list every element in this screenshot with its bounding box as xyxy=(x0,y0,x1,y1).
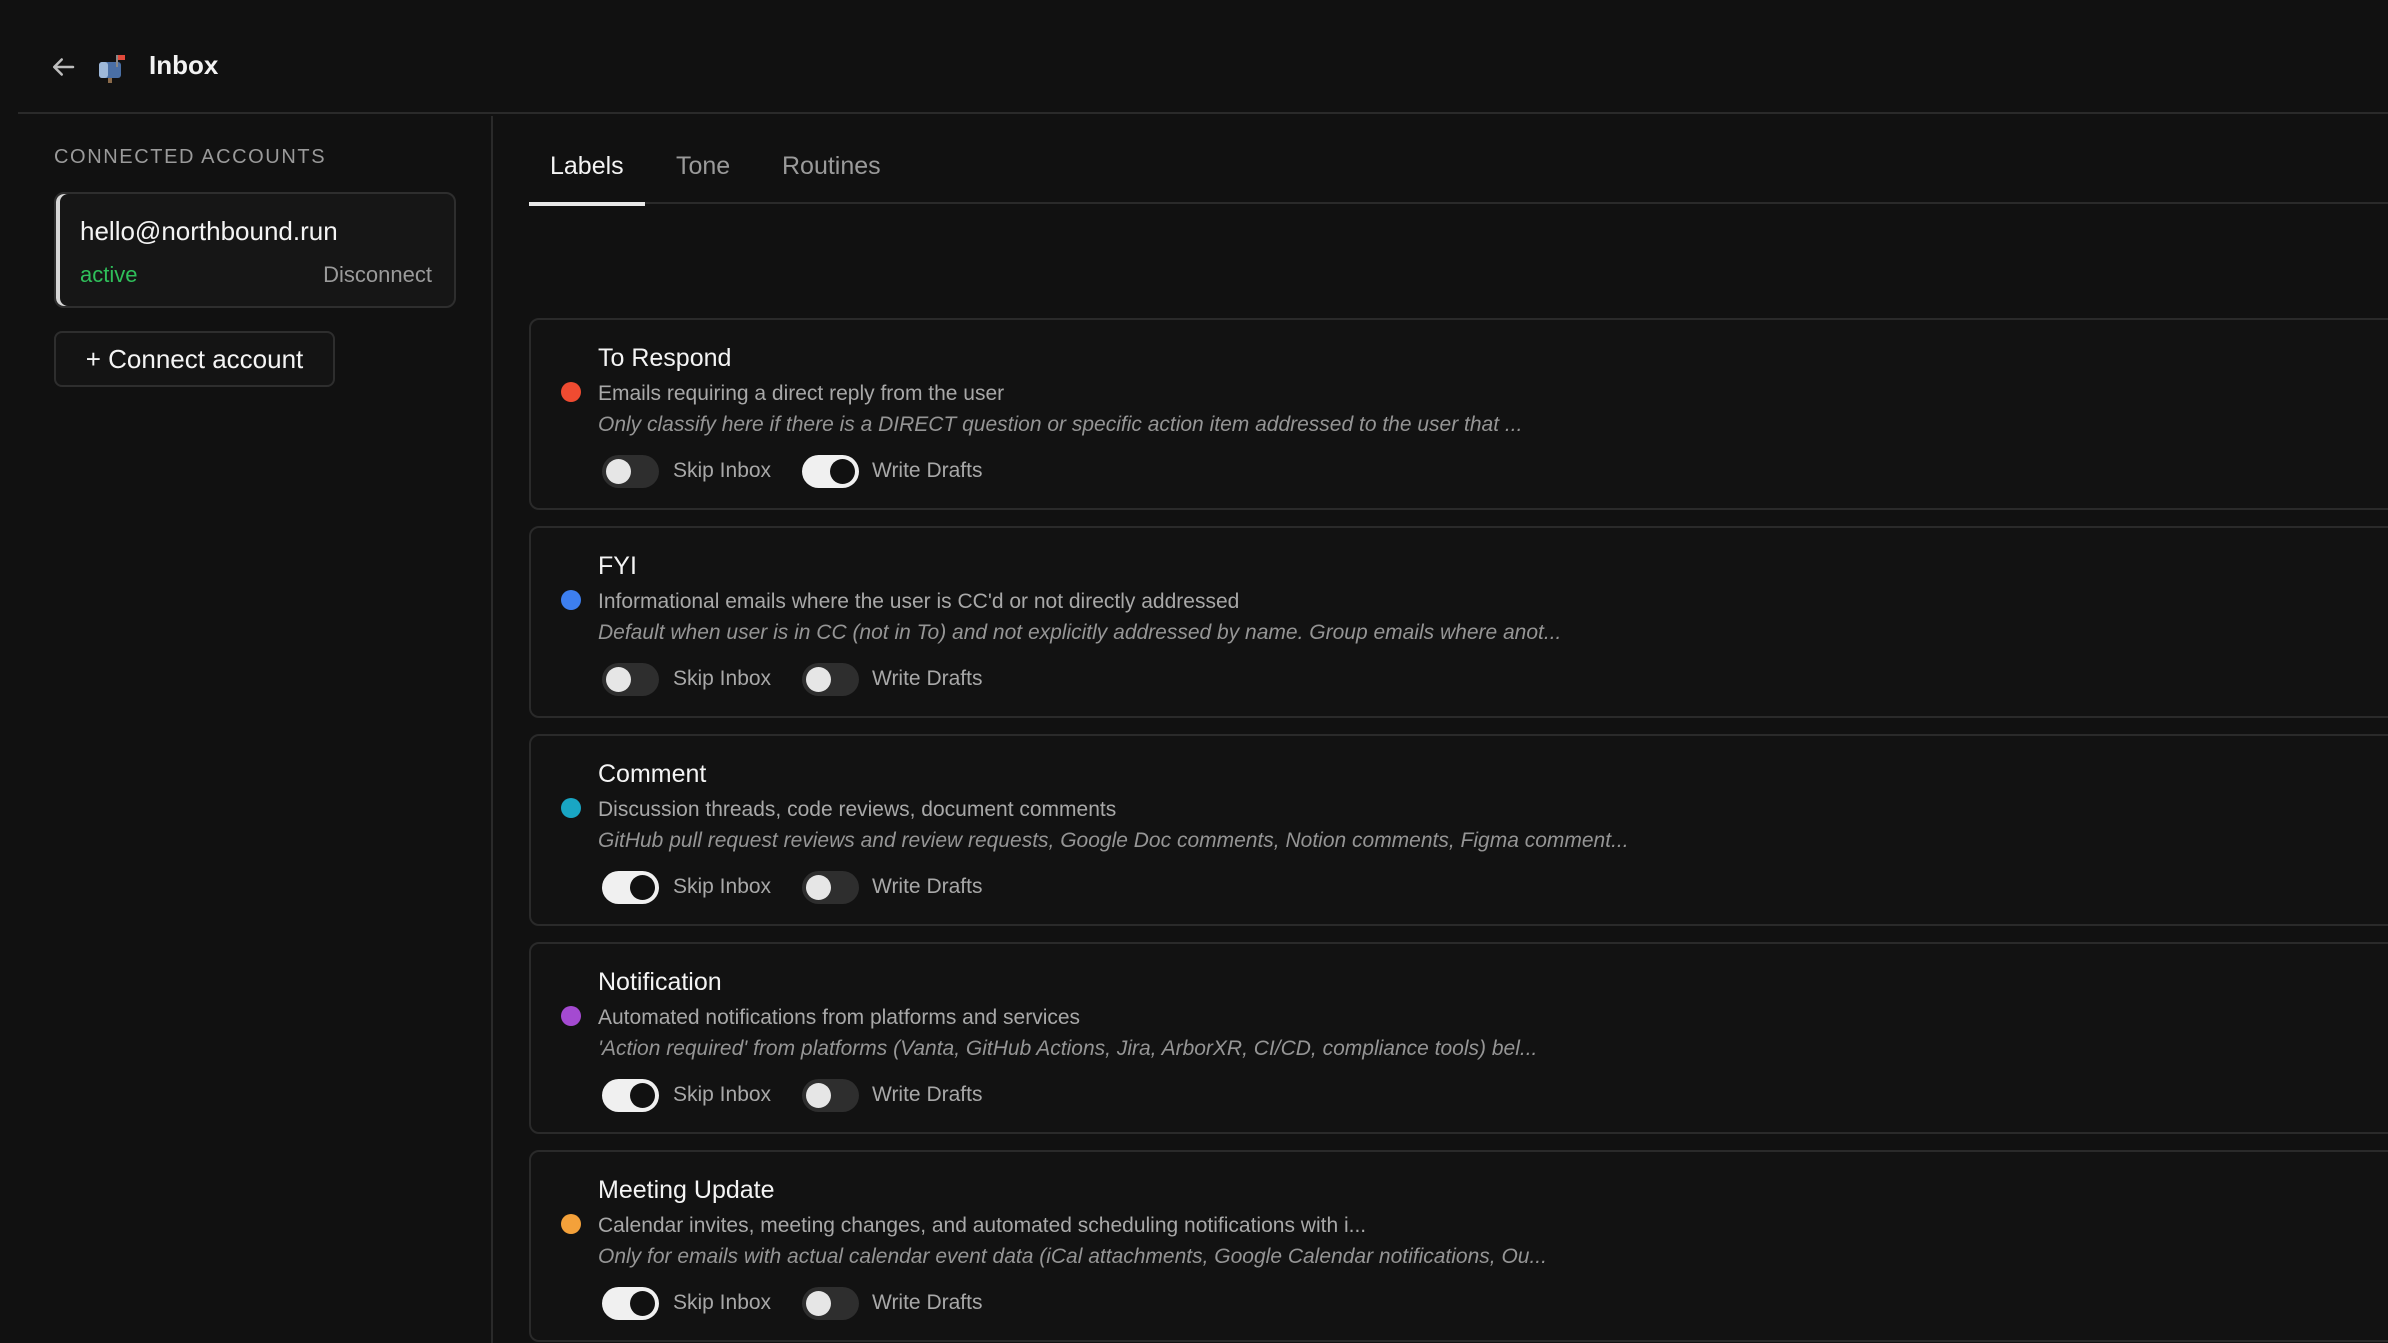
write-drafts-toggle[interactable] xyxy=(802,663,859,696)
skip-inbox-toggle[interactable] xyxy=(602,1287,659,1320)
write-drafts-toggle[interactable] xyxy=(802,455,859,488)
write-drafts-label: Write Drafts xyxy=(872,459,983,482)
tab-tone[interactable]: Tone xyxy=(676,152,730,204)
toggle-knob xyxy=(806,875,831,900)
toggle-knob xyxy=(806,1291,831,1316)
arrow-left-icon[interactable] xyxy=(48,52,78,82)
toggle-knob xyxy=(630,1291,655,1316)
skip-inbox-label: Skip Inbox xyxy=(673,667,772,690)
account-email: hello@northbound.run xyxy=(80,216,338,246)
main-panel: Labels Tone Routines To Respond Emails r… xyxy=(529,116,2388,1343)
label-card[interactable]: Notification Automated notifications fro… xyxy=(529,942,2388,1134)
label-title: Meeting Update xyxy=(598,1176,775,1204)
skip-inbox-toggle[interactable] xyxy=(602,455,659,488)
label-color-dot xyxy=(561,1006,581,1026)
account-card[interactable]: hello@northbound.run active Disconnect xyxy=(54,192,456,308)
disconnect-button[interactable]: Disconnect xyxy=(323,262,432,288)
skip-inbox-label: Skip Inbox xyxy=(673,1083,772,1106)
label-description: Emails requiring a direct reply from the… xyxy=(598,382,1005,405)
mailbox-icon xyxy=(99,55,125,83)
write-drafts-label: Write Drafts xyxy=(872,1083,983,1106)
label-description: Calendar invites, meeting changes, and a… xyxy=(598,1214,1367,1237)
toggle-knob xyxy=(806,1083,831,1108)
page-title: Inbox xyxy=(149,50,219,80)
skip-inbox-label: Skip Inbox xyxy=(673,459,772,482)
label-instructions: Only classify here if there is a DIRECT … xyxy=(598,413,1523,436)
write-drafts-label: Write Drafts xyxy=(872,667,983,690)
label-instructions: Only for emails with actual calendar eve… xyxy=(598,1245,1547,1268)
write-drafts-toggle[interactable] xyxy=(802,1287,859,1320)
skip-inbox-toggle[interactable] xyxy=(602,871,659,904)
write-drafts-label: Write Drafts xyxy=(872,875,983,898)
label-title: Comment xyxy=(598,760,707,788)
toggle-knob xyxy=(806,667,831,692)
label-card[interactable]: FYI Informational emails where the user … xyxy=(529,526,2388,718)
sidebar: CONNECTED ACCOUNTS hello@northbound.run … xyxy=(0,116,493,1343)
write-drafts-label: Write Drafts xyxy=(872,1291,983,1314)
label-description: Automated notifications from platforms a… xyxy=(598,1006,1081,1029)
toggle-knob xyxy=(606,459,631,484)
label-instructions: GitHub pull request reviews and review r… xyxy=(598,829,1629,852)
label-color-dot xyxy=(561,590,581,610)
skip-inbox-label: Skip Inbox xyxy=(673,875,772,898)
tab-routines[interactable]: Routines xyxy=(782,152,881,204)
app-header: Inbox xyxy=(18,0,2388,114)
skip-inbox-toggle[interactable] xyxy=(602,663,659,696)
label-instructions: 'Action required' from platforms (Vanta,… xyxy=(598,1037,1538,1060)
toggle-knob xyxy=(830,459,855,484)
account-status-badge: active xyxy=(80,262,138,287)
label-card[interactable]: Comment Discussion threads, code reviews… xyxy=(529,734,2388,926)
tab-labels[interactable]: Labels xyxy=(529,152,645,206)
toggle-knob xyxy=(630,875,655,900)
label-instructions: Default when user is in CC (not in To) a… xyxy=(598,621,1562,644)
label-description: Informational emails where the user is C… xyxy=(598,590,1240,613)
skip-inbox-toggle[interactable] xyxy=(602,1079,659,1112)
skip-inbox-label: Skip Inbox xyxy=(673,1291,772,1314)
write-drafts-toggle[interactable] xyxy=(802,1079,859,1112)
label-card[interactable]: Meeting Update Calendar invites, meeting… xyxy=(529,1150,2388,1342)
write-drafts-toggle[interactable] xyxy=(802,871,859,904)
label-color-dot xyxy=(561,1214,581,1234)
label-card[interactable]: To Respond Emails requiring a direct rep… xyxy=(529,318,2388,510)
label-color-dot xyxy=(561,382,581,402)
label-title: To Respond xyxy=(598,344,732,372)
label-title: Notification xyxy=(598,968,722,996)
label-description: Discussion threads, code reviews, docume… xyxy=(598,798,1117,821)
label-title: FYI xyxy=(598,552,637,580)
toggle-knob xyxy=(606,667,631,692)
connect-account-button[interactable]: + Connect account xyxy=(54,331,335,387)
tab-bar: Labels Tone Routines xyxy=(529,146,2388,206)
connected-accounts-heading: CONNECTED ACCOUNTS xyxy=(54,146,327,168)
toggle-knob xyxy=(630,1083,655,1108)
label-color-dot xyxy=(561,798,581,818)
